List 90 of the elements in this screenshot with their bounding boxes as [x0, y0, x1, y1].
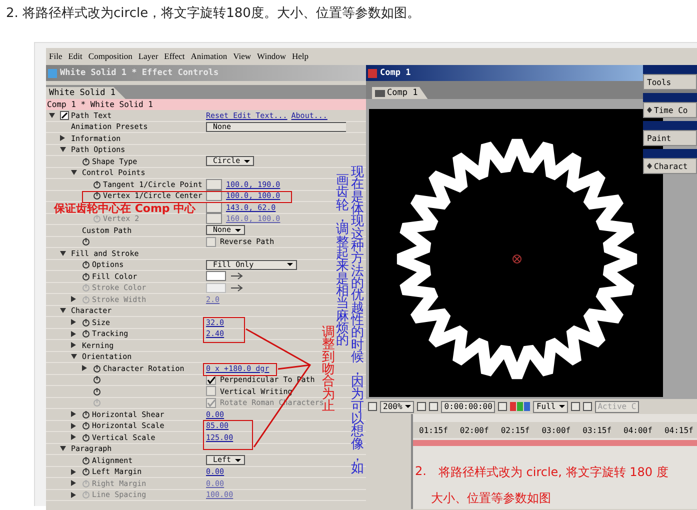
stopwatch-icon[interactable] [82, 272, 90, 281]
stopwatch-icon[interactable] [93, 386, 101, 396]
menu-item[interactable]: File [49, 50, 62, 60]
palette-tab[interactable]: Paint [643, 130, 697, 146]
menu-icon[interactable] [647, 107, 652, 113]
time-ruler-label: 04:00f [624, 426, 652, 434]
stopwatch-icon[interactable] [82, 421, 90, 430]
color-channels-icon[interactable] [510, 402, 530, 411]
zoom-dropdown[interactable]: 200% [380, 400, 414, 412]
expand-arrow-icon[interactable] [71, 411, 76, 418]
crosshair-button[interactable] [206, 190, 222, 202]
panel-tab[interactable]: White Solid 1 [46, 87, 126, 99]
annotation-note: 调整到吻合为止 [322, 327, 335, 414]
eyedropper-arrow-icon[interactable] [230, 284, 244, 292]
step-number: 2. [415, 464, 426, 480]
stopwatch-icon[interactable] [82, 410, 90, 419]
expand-arrow-icon[interactable] [71, 342, 76, 348]
annotation-note: 画齿轮，调整起来是相当麻烦的 [336, 175, 349, 348]
checkbox[interactable] [206, 386, 216, 396]
expand-arrow-icon[interactable] [71, 422, 76, 429]
composition-tab[interactable]: Comp 1 [372, 87, 428, 99]
expand-arrow-icon[interactable] [71, 330, 76, 337]
menu-icon[interactable] [647, 163, 652, 169]
color-swatch[interactable] [206, 282, 226, 293]
menu-item[interactable]: Edit [68, 50, 82, 60]
time-ruler-label: 03:00f [542, 426, 571, 434]
resolution-dropdown[interactable]: Full [533, 400, 568, 412]
expand-arrow-icon[interactable] [82, 365, 87, 372]
stopwatch-icon[interactable] [82, 260, 90, 270]
expand-arrow-icon[interactable] [71, 434, 76, 440]
menu-item[interactable]: View [233, 50, 252, 60]
stopwatch-icon[interactable] [93, 191, 101, 200]
expand-arrow-icon[interactable] [60, 446, 66, 452]
expand-arrow-icon[interactable] [71, 319, 76, 326]
step-heading: 2. 将路径样式改为circle，将文字旋转180度。大小、位置等参数如图。 [5, 5, 421, 22]
layer-path: Comp 1 * White Solid 1 [46, 99, 366, 110]
stopwatch-icon[interactable] [82, 432, 90, 442]
step-note: 将路径样式改为 circle, 将文字旋转 180 度 [438, 464, 668, 481]
menu-item[interactable]: Animation [190, 50, 228, 60]
stopwatch-icon[interactable] [93, 180, 101, 189]
time-ruler-label: 04:15f [664, 426, 694, 434]
time-ruler-label: 02:00f [460, 426, 489, 434]
annotation-note: 保证齿轮中心在 Comp 中心 [54, 203, 196, 214]
palette-title-bar [643, 65, 697, 74]
checkbox[interactable] [206, 236, 216, 247]
composition-icon [368, 68, 377, 78]
crosshair-button[interactable] [206, 213, 222, 224]
menu-item[interactable]: Effect [164, 50, 185, 60]
stopwatch-icon[interactable] [82, 237, 90, 246]
stopwatch-icon[interactable] [93, 364, 101, 373]
palette-tab[interactable]: Tools [643, 74, 697, 90]
palette-tab[interactable]: Time Co [643, 102, 697, 118]
expand-arrow-icon[interactable] [60, 135, 65, 142]
palette-tab[interactable]: Charact [643, 158, 697, 174]
annotation-note: 现在是体现这种方法的优越性的时候，因为可以想像，如 [351, 167, 364, 476]
expand-arrow-icon[interactable] [60, 147, 66, 152]
stopwatch-icon[interactable] [82, 467, 90, 476]
stopwatch-icon[interactable] [93, 375, 101, 384]
expand-arrow-icon[interactable] [49, 112, 55, 118]
palette-title-bar [643, 93, 697, 102]
expand-arrow-icon[interactable] [71, 354, 77, 360]
anchor-point-icon [512, 254, 522, 264]
step-note: 大小、位置等参数如图 [430, 490, 552, 507]
menu-item[interactable]: Layer [138, 50, 158, 60]
highlight-frame [203, 420, 253, 450]
expand-arrow-icon[interactable] [71, 170, 77, 176]
stopwatch-icon[interactable] [82, 318, 90, 327]
expand-arrow-icon[interactable] [71, 468, 76, 475]
expand-arrow-icon[interactable] [60, 250, 66, 256]
time-ruler-label: 02:15f [500, 426, 530, 434]
crosshair-button[interactable] [206, 178, 222, 190]
expand-arrow-icon[interactable] [60, 308, 66, 314]
panel-icon [48, 68, 57, 78]
menu-item[interactable]: Composition [88, 50, 132, 60]
effect-icon [60, 110, 69, 120]
menu-item[interactable]: Help [292, 50, 309, 60]
eyedropper-arrow-icon[interactable] [230, 272, 244, 280]
window-title: Comp 1 [380, 68, 411, 78]
time-ruler-label: 01:15f [419, 426, 448, 434]
palette-title-bar [643, 149, 697, 158]
time-ruler-label: 03:15f [582, 426, 612, 434]
color-swatch[interactable] [206, 271, 226, 282]
panel-title: White Solid 1 * Effect Controls [60, 68, 219, 78]
palette-title-bar [643, 121, 697, 130]
timecode-field[interactable]: 0:00:00:00 [441, 400, 496, 412]
stopwatch-icon[interactable] [82, 329, 90, 338]
stopwatch-icon[interactable] [82, 456, 90, 465]
menu-item[interactable]: Window [257, 50, 286, 60]
stopwatch-icon[interactable] [82, 156, 90, 166]
highlight-frame [203, 317, 245, 343]
